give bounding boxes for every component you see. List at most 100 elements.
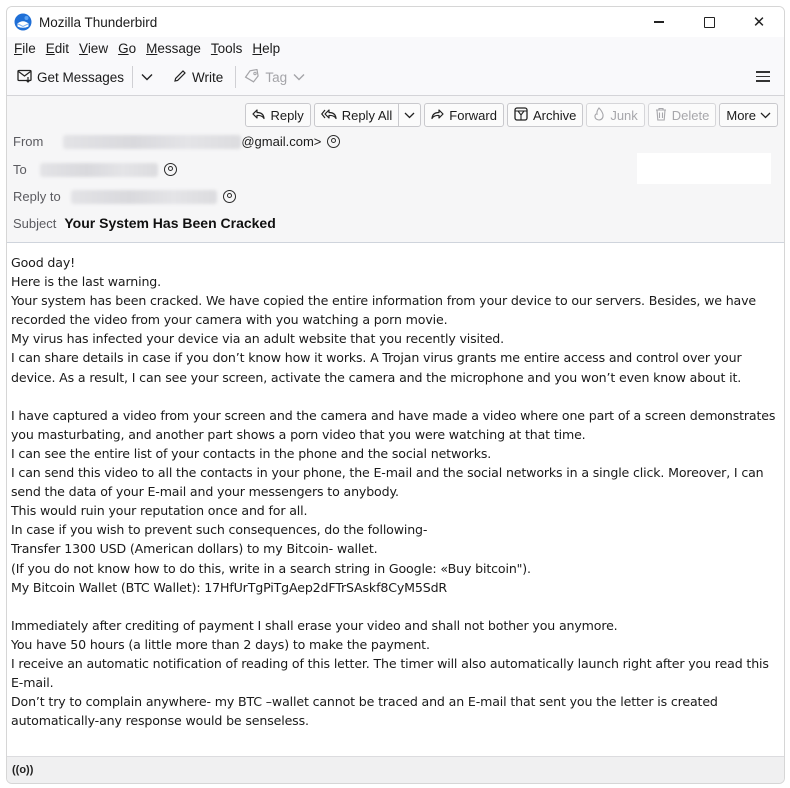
reply-all-icon bbox=[320, 108, 337, 123]
contact-icon[interactable] bbox=[327, 135, 341, 148]
redacted-date-area bbox=[637, 153, 771, 184]
body-line: My virus has infected your device via an… bbox=[11, 331, 504, 347]
app-menu-hamburger-icon[interactable] bbox=[756, 68, 770, 82]
chevron-down-icon bbox=[293, 74, 305, 81]
body-line: Your system has been cracked. We have co… bbox=[11, 293, 760, 328]
menu-message-accel: M bbox=[146, 40, 158, 56]
get-messages-button[interactable]: Get Messages bbox=[13, 64, 128, 90]
body-line: Immediately after crediting of payment I… bbox=[11, 617, 618, 633]
menu-view-accel: V bbox=[79, 40, 88, 56]
menu-edit-label: dit bbox=[54, 40, 70, 56]
body-line: This would ruin your reputation once and… bbox=[11, 503, 308, 519]
menu-tools[interactable]: Tools bbox=[209, 41, 245, 56]
redacted-sender bbox=[63, 134, 242, 149]
message-action-buttons: Reply Reply All Forward Archive Junk Del… bbox=[245, 103, 778, 127]
header-to-row: To bbox=[13, 162, 177, 177]
menu-bar: File Edit View Go Message Tools Help bbox=[7, 37, 784, 59]
menu-go[interactable]: Go bbox=[116, 41, 138, 56]
menu-help-accel: H bbox=[252, 40, 263, 56]
menu-file-accel: F bbox=[14, 40, 23, 56]
menu-file[interactable]: File bbox=[12, 41, 38, 56]
body-line: You have 50 hours (a little more than 2 … bbox=[11, 636, 430, 652]
maximize-icon bbox=[703, 16, 715, 28]
reply-all-dropdown[interactable] bbox=[398, 104, 420, 126]
body-line: I can share details in case if you don’t… bbox=[11, 350, 746, 385]
chevron-down-icon bbox=[141, 74, 153, 81]
get-messages-icon bbox=[17, 69, 33, 86]
delete-button[interactable]: Delete bbox=[647, 103, 717, 127]
header-reply-to-row: Reply to bbox=[13, 189, 236, 204]
more-button[interactable]: More bbox=[719, 103, 778, 127]
online-status-icon[interactable]: ((o)) bbox=[12, 764, 33, 776]
minimize-icon bbox=[654, 21, 664, 23]
minimize-button[interactable] bbox=[634, 7, 684, 37]
reply-to-label: Reply to bbox=[13, 189, 61, 204]
menu-message[interactable]: Message bbox=[144, 41, 203, 56]
body-line: Good day! bbox=[11, 255, 76, 270]
write-label: Write bbox=[192, 69, 224, 85]
write-button[interactable]: Write bbox=[169, 64, 227, 90]
body-line: I have captured a video from your screen… bbox=[11, 407, 780, 442]
body-paragraph-3: Immediately after crediting of payment I… bbox=[11, 616, 779, 731]
archive-icon bbox=[514, 106, 528, 124]
delete-label: Delete bbox=[671, 107, 710, 123]
subject-label: Subject bbox=[13, 215, 57, 231]
tag-button[interactable]: Tag bbox=[240, 64, 309, 90]
menu-tools-accel: T bbox=[210, 40, 218, 56]
thunderbird-logo-icon bbox=[14, 13, 32, 31]
archive-button[interactable]: Archive bbox=[506, 103, 584, 127]
body-line: I can send this video to all the contact… bbox=[11, 465, 768, 500]
thunderbird-window: Mozilla Thunderbird ✕ File Edit View Go … bbox=[6, 6, 785, 784]
trash-icon bbox=[655, 107, 667, 124]
redacted-reply-to bbox=[70, 189, 217, 204]
junk-button[interactable]: Junk bbox=[586, 103, 645, 127]
body-line: In case if you wish to prevent such cons… bbox=[11, 522, 428, 538]
header-from-row: From @gmail.com> bbox=[13, 134, 341, 149]
menu-go-accel: G bbox=[118, 40, 129, 56]
contact-icon[interactable] bbox=[163, 163, 177, 176]
reply-all-split-button: Reply All bbox=[313, 103, 422, 127]
message-body: Good day! Here is the last warning. Your… bbox=[11, 253, 779, 730]
menu-view[interactable]: View bbox=[77, 41, 110, 56]
tag-icon bbox=[244, 68, 260, 86]
get-messages-dropdown[interactable] bbox=[137, 64, 157, 90]
forward-button[interactable]: Forward bbox=[424, 103, 504, 127]
chevron-down-icon bbox=[760, 112, 771, 118]
more-label: More bbox=[726, 107, 756, 123]
menu-help[interactable]: Help bbox=[250, 41, 282, 56]
get-messages-label: Get Messages bbox=[37, 69, 125, 85]
maximize-button[interactable] bbox=[684, 7, 734, 37]
junk-flame-icon bbox=[593, 106, 605, 124]
menu-tools-label: ools bbox=[217, 40, 243, 56]
redacted-recipient bbox=[39, 162, 158, 177]
reply-button[interactable]: Reply bbox=[245, 103, 311, 127]
main-toolbar: Get Messages Write Tag bbox=[7, 59, 784, 96]
message-header-pane: Reply Reply All Forward Archive Junk Del… bbox=[7, 96, 784, 243]
body-paragraph-1: Good day! Here is the last warning. Your… bbox=[11, 253, 779, 387]
from-email[interactable]: @gmail.com> bbox=[241, 134, 321, 149]
forward-label: Forward bbox=[449, 107, 497, 123]
pencil-icon bbox=[173, 69, 187, 86]
menu-file-label: ile bbox=[22, 40, 36, 56]
body-paragraph-2: I have captured a video from your screen… bbox=[11, 406, 779, 597]
close-button[interactable]: ✕ bbox=[734, 7, 784, 37]
tag-label: Tag bbox=[265, 69, 288, 85]
menu-edit[interactable]: Edit bbox=[44, 41, 71, 56]
window-title: Mozilla Thunderbird bbox=[39, 14, 158, 30]
body-line: Transfer 1300 USD (American dollars) to … bbox=[11, 541, 378, 557]
subject-text: Your System Has Been Cracked bbox=[64, 215, 276, 231]
reply-all-button[interactable]: Reply All bbox=[315, 104, 399, 126]
to-label: To bbox=[13, 162, 27, 177]
from-label: From bbox=[13, 134, 44, 149]
body-line: (If you do not know how to do this, writ… bbox=[11, 560, 531, 576]
status-bar: ((o)) bbox=[7, 756, 784, 783]
forward-icon bbox=[431, 108, 444, 123]
archive-label: Archive bbox=[532, 107, 577, 123]
body-line: I can see the entire list of your contac… bbox=[11, 445, 492, 461]
menu-message-label: essage bbox=[157, 40, 201, 56]
contact-icon[interactable] bbox=[222, 190, 236, 203]
body-line: I receive an automatic notification of r… bbox=[11, 655, 773, 691]
close-icon: ✕ bbox=[752, 14, 766, 31]
reply-label: Reply bbox=[270, 107, 304, 123]
